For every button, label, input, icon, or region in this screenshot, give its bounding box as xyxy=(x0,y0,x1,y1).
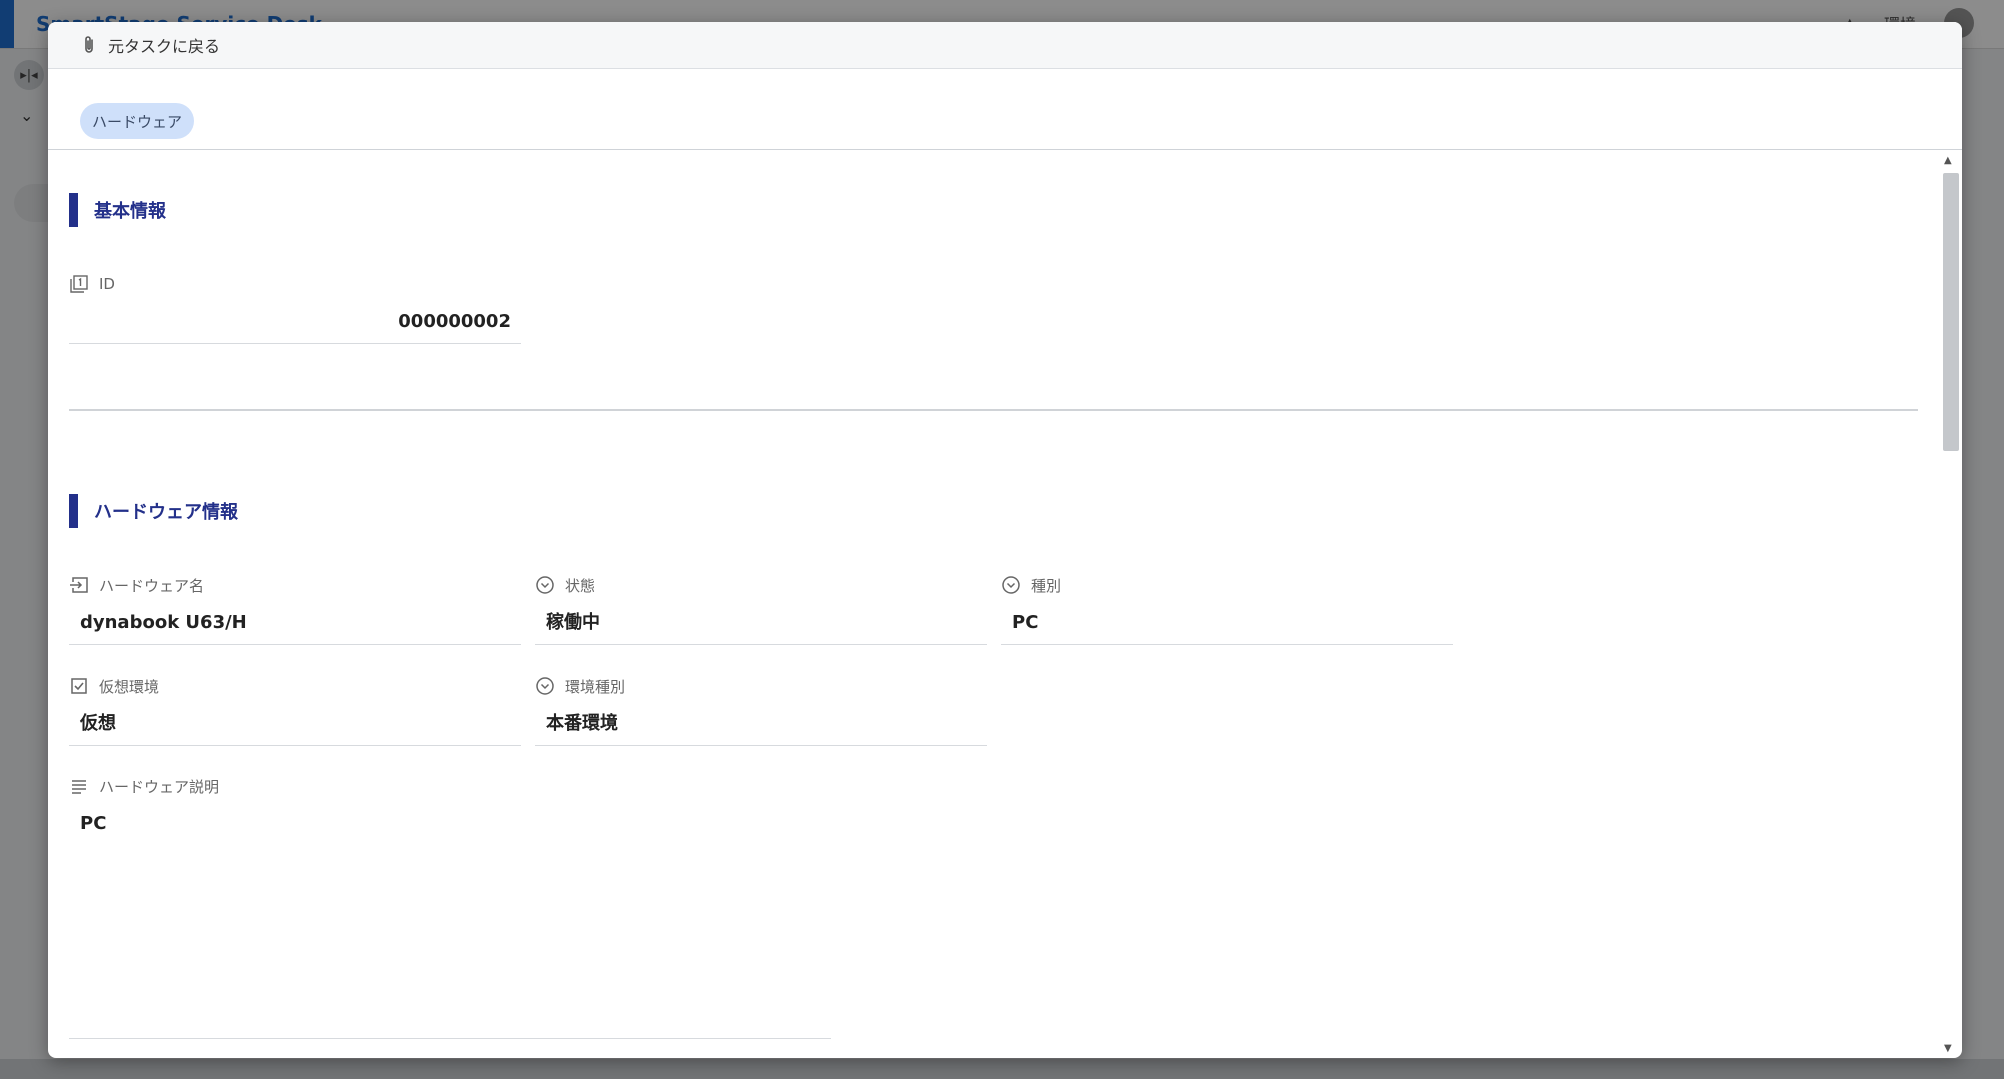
modal-content: 基本情報 ID 000000002 ハードウェア情報 ハードウェア名 dynab… xyxy=(48,151,1938,1058)
field-env-type[interactable]: 環境種別 本番環境 xyxy=(535,675,987,746)
description-label-text: ハードウェア説明 xyxy=(99,777,220,796)
field-status[interactable]: 状態 稼働中 xyxy=(535,574,987,645)
field-virtual[interactable]: 仮想環境 仮想 xyxy=(69,675,521,746)
env-type-value: 本番環境 xyxy=(546,713,618,734)
section-hardware-title: ハードウェア情報 xyxy=(94,502,238,523)
field-underline xyxy=(535,644,987,645)
description-underline xyxy=(69,1038,831,1039)
id-label-text: ID xyxy=(99,275,115,293)
field-type-label: 種別 xyxy=(1001,574,1453,596)
scroll-thumb[interactable] xyxy=(1943,173,1959,451)
description-value: PC xyxy=(80,813,107,834)
field-type[interactable]: 種別 PC xyxy=(1001,574,1453,645)
section-basic-header: 基本情報 xyxy=(69,193,166,227)
section-divider xyxy=(69,409,1918,411)
id-value: 000000002 xyxy=(398,311,511,332)
id-card-icon xyxy=(69,274,89,294)
field-description[interactable]: ハードウェア説明 PC xyxy=(69,775,831,837)
scroll-up-icon[interactable]: ▲ xyxy=(1944,155,1952,166)
circle-chevron-down-icon xyxy=(535,575,555,595)
section-bar xyxy=(69,494,78,528)
scroll-down-icon[interactable]: ▼ xyxy=(1944,1043,1952,1054)
paperclip-icon xyxy=(82,35,96,55)
back-to-task-link[interactable]: 元タスクに戻る xyxy=(82,33,220,57)
section-basic-title: 基本情報 xyxy=(94,201,166,222)
env-type-label-text: 環境種別 xyxy=(565,677,626,696)
field-id: ID 000000002 xyxy=(69,273,521,344)
hardware-name-value: dynabook U63/H xyxy=(80,612,247,633)
tab-bar: ハードウェア xyxy=(48,69,1962,150)
field-underline xyxy=(69,644,521,645)
hardware-modal: 元タスクに戻る ハードウェア 基本情報 ID 000000002 ハードウェア情… xyxy=(48,22,1962,1058)
circle-chevron-down-icon xyxy=(1001,575,1021,595)
virtual-value: 仮想 xyxy=(80,713,116,734)
hardware-name-label-text: ハードウェア名 xyxy=(99,576,205,595)
section-bar xyxy=(69,193,78,227)
field-underline xyxy=(1001,644,1453,645)
field-status-label: 状態 xyxy=(535,574,987,596)
field-underline xyxy=(69,343,521,344)
login-arrow-icon xyxy=(69,575,89,595)
back-to-task-label: 元タスクに戻る xyxy=(108,37,221,56)
status-label-text: 状態 xyxy=(565,576,596,595)
field-hardware-name[interactable]: ハードウェア名 dynabook U63/H xyxy=(69,574,521,645)
field-id-label: ID xyxy=(69,273,521,295)
virtual-label-text: 仮想環境 xyxy=(99,677,160,696)
checkbox-icon xyxy=(69,676,89,696)
tab-hardware[interactable]: ハードウェア xyxy=(80,103,195,139)
circle-chevron-down-icon xyxy=(535,676,555,696)
type-value: PC xyxy=(1012,612,1039,633)
section-hardware-header: ハードウェア情報 xyxy=(69,494,238,528)
field-underline xyxy=(535,745,987,746)
status-value: 稼働中 xyxy=(546,612,600,633)
vertical-scrollbar[interactable]: ▲ ▼ xyxy=(1938,151,1962,1058)
field-hardware-name-label: ハードウェア名 xyxy=(69,574,521,596)
field-virtual-label: 仮想環境 xyxy=(69,675,521,697)
text-lines-icon xyxy=(69,776,89,796)
field-env-type-label: 環境種別 xyxy=(535,675,987,697)
field-description-label: ハードウェア説明 xyxy=(69,775,831,797)
type-label-text: 種別 xyxy=(1031,576,1062,595)
modal-topbar: 元タスクに戻る xyxy=(48,22,1962,69)
field-underline xyxy=(69,745,521,746)
